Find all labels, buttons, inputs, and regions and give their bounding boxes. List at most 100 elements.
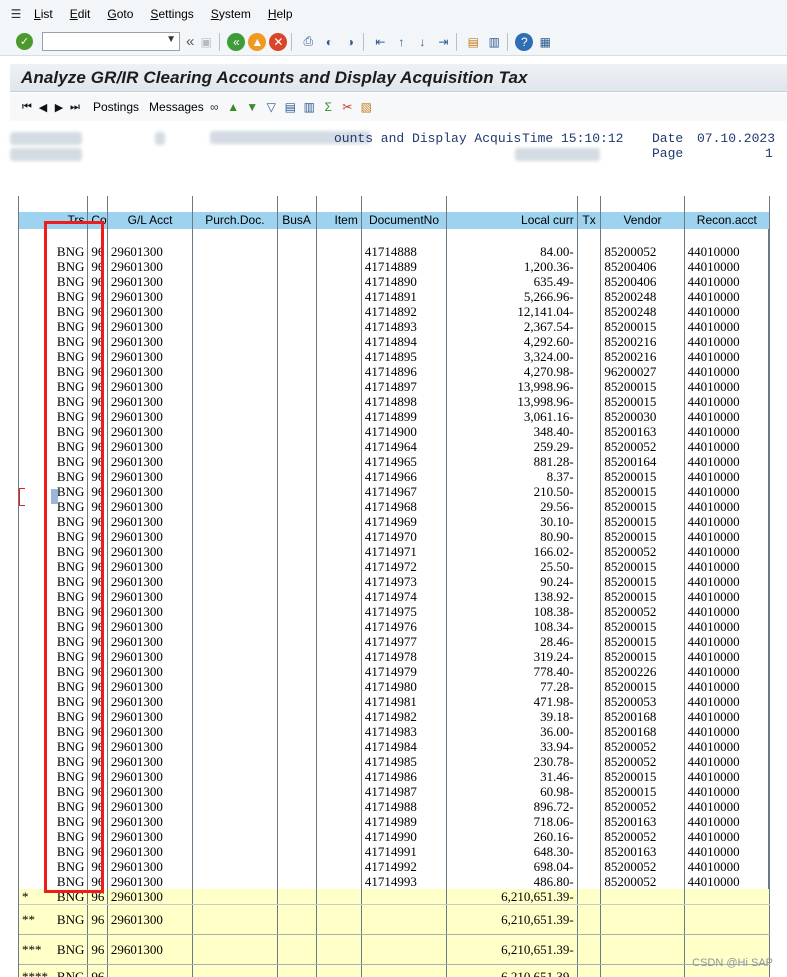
- cell-trs[interactable]: BNG: [19, 694, 89, 709]
- cell-gl-acct[interactable]: 29601300: [107, 304, 194, 319]
- table-row[interactable]: BNG 96 29601300 41714968 29.56- 85200015 44010…: [19, 499, 771, 514]
- table-row[interactable]: BNG 96 29601300 41714974 138.92- 85200015 4401…: [19, 589, 771, 604]
- cell-trs[interactable]: BNG: [19, 589, 89, 604]
- cell-purch-doc[interactable]: [192, 379, 278, 394]
- cell-local-curr[interactable]: 28.46-: [446, 634, 578, 649]
- table-row[interactable]: BNG 96 29601300 41714993 486.80- 85200052 4401…: [19, 874, 771, 889]
- next-item-icon[interactable]: ▶: [51, 101, 67, 114]
- table-row[interactable]: BNG 96 29601300 41714966 8.37- 85200015 440100…: [19, 469, 771, 484]
- print-icon[interactable]: ⎙: [299, 33, 317, 51]
- table-row[interactable]: BNG 96 29601300 41714899 3,061.16- 85200030 44…: [19, 409, 771, 424]
- table-row[interactable]: BNG 96 29601300 41714990 260.16- 85200052 4401…: [19, 829, 771, 844]
- cell-recon-acct[interactable]: 44010000: [684, 379, 771, 394]
- table-row[interactable]: BNG 96 29601300 41714894 4,292.60- 85200216 44…: [19, 334, 771, 349]
- cell-local-curr[interactable]: 1,200.36-: [446, 259, 578, 274]
- cell-cocd[interactable]: 96: [87, 499, 108, 514]
- menu-goto[interactable]: Goto: [107, 7, 133, 21]
- cell-cocd[interactable]: 96: [87, 589, 108, 604]
- cell-cocd[interactable]: 96: [87, 769, 108, 784]
- cell-recon-acct[interactable]: 44010000: [684, 769, 771, 784]
- cell-gl-acct[interactable]: 29601300: [107, 724, 194, 739]
- cell-purch-doc[interactable]: [192, 499, 278, 514]
- col-header-gl-acct[interactable]: G/L Acct: [107, 196, 194, 229]
- cell-busa[interactable]: [277, 829, 317, 844]
- cell-recon-acct[interactable]: 44010000: [684, 709, 771, 724]
- cell-document-no[interactable]: 41714970: [361, 529, 448, 544]
- sort-descending-icon[interactable]: ▼: [244, 99, 261, 116]
- table-row[interactable]: BNG 96 29601300 41714964 259.29- 85200052 4401…: [19, 439, 771, 454]
- cell-recon-acct[interactable]: 44010000: [684, 259, 771, 274]
- cell-gl-acct[interactable]: 29601300: [107, 424, 194, 439]
- table-row[interactable]: BNG 96 29601300 41714980 77.28- 85200015 44010…: [19, 679, 771, 694]
- cell-trs[interactable]: BNG: [19, 739, 89, 754]
- cell-tx[interactable]: [577, 724, 602, 739]
- cell-local-curr[interactable]: 698.04-: [446, 859, 578, 874]
- cell-recon-acct[interactable]: 44010000: [684, 829, 771, 844]
- cell-tx[interactable]: [577, 829, 602, 844]
- cell-tx[interactable]: [577, 754, 602, 769]
- cell-document-no[interactable]: 41714986: [361, 769, 448, 784]
- cell-item[interactable]: [316, 754, 362, 769]
- cell-gl-acct[interactable]: 29601300: [107, 289, 194, 304]
- cell-gl-acct[interactable]: 29601300: [107, 784, 194, 799]
- cell-item[interactable]: [316, 664, 362, 679]
- customize-layout-icon[interactable]: ▦: [536, 33, 554, 51]
- cell-cocd[interactable]: 96: [87, 319, 108, 334]
- cell-recon-acct[interactable]: 44010000: [684, 604, 771, 619]
- col-header-item[interactable]: Item: [316, 196, 362, 229]
- cell-local-curr[interactable]: 3,061.16-: [446, 409, 578, 424]
- table-row[interactable]: BNG 96 29601300 41714895 3,324.00- 85200216 44…: [19, 349, 771, 364]
- cell-local-curr[interactable]: 108.38-: [446, 604, 578, 619]
- cell-item[interactable]: [316, 859, 362, 874]
- cell-document-no[interactable]: 41714969: [361, 514, 448, 529]
- cell-cocd[interactable]: 96: [87, 349, 108, 364]
- cell-recon-acct[interactable]: 44010000: [684, 364, 771, 379]
- cell-item[interactable]: [316, 619, 362, 634]
- cell-trs[interactable]: BNG: [19, 874, 89, 889]
- postings-button[interactable]: Postings: [93, 100, 139, 114]
- cell-purch-doc[interactable]: [192, 694, 278, 709]
- cell-purch-doc[interactable]: [192, 844, 278, 859]
- cell-document-no[interactable]: 41714993: [361, 874, 448, 889]
- cell-item[interactable]: [316, 784, 362, 799]
- cell-tx[interactable]: [577, 619, 602, 634]
- cell-recon-acct[interactable]: 44010000: [684, 499, 771, 514]
- cell-document-no[interactable]: 41714990: [361, 829, 448, 844]
- cell-cocd[interactable]: 96: [87, 514, 108, 529]
- cell-item[interactable]: [316, 529, 362, 544]
- layout-icon[interactable]: ✂: [339, 99, 356, 116]
- cell-gl-acct[interactable]: 29601300: [107, 619, 194, 634]
- cell-gl-acct[interactable]: 29601300: [107, 754, 194, 769]
- cell-purch-doc[interactable]: [192, 559, 278, 574]
- cell-cocd[interactable]: 96: [87, 709, 108, 724]
- cell-local-curr[interactable]: 13,998.96-: [446, 394, 578, 409]
- cell-document-no[interactable]: 41714965: [361, 454, 448, 469]
- cell-cocd[interactable]: 96: [87, 799, 108, 814]
- cell-document-no[interactable]: 41714890: [361, 274, 448, 289]
- table-row[interactable]: BNG 96 29601300 41714896 4,270.98- 96200027 44…: [19, 364, 771, 379]
- cell-item[interactable]: [316, 394, 362, 409]
- cell-local-curr[interactable]: 4,270.98-: [446, 364, 578, 379]
- cell-purch-doc[interactable]: [192, 784, 278, 799]
- col-header-cocd[interactable]: CoCd: [87, 196, 108, 229]
- cell-purch-doc[interactable]: [192, 679, 278, 694]
- cell-document-no[interactable]: 41714892: [361, 304, 448, 319]
- cell-purch-doc[interactable]: [192, 259, 278, 274]
- cell-vendor[interactable]: 85200015: [600, 529, 685, 544]
- cell-purch-doc[interactable]: [192, 484, 278, 499]
- exit-icon[interactable]: ▲: [248, 32, 267, 51]
- cell-document-no[interactable]: 41714971: [361, 544, 448, 559]
- cell-cocd[interactable]: 96: [87, 859, 108, 874]
- cell-vendor[interactable]: 85200053: [600, 694, 685, 709]
- cell-busa[interactable]: [277, 439, 317, 454]
- cell-vendor[interactable]: 85200168: [600, 724, 685, 739]
- cell-purch-doc[interactable]: [192, 394, 278, 409]
- last-item-icon[interactable]: ⏭: [67, 101, 83, 114]
- cell-recon-acct[interactable]: 44010000: [684, 844, 771, 859]
- cell-cocd[interactable]: 96: [87, 784, 108, 799]
- table-row[interactable]: BNG 96 29601300 41714893 2,367.54- 85200015 44…: [19, 319, 771, 334]
- cell-cocd[interactable]: 96: [87, 289, 108, 304]
- cell-gl-acct[interactable]: 29601300: [107, 814, 194, 829]
- cell-recon-acct[interactable]: 44010000: [684, 694, 771, 709]
- cell-document-no[interactable]: 41714893: [361, 319, 448, 334]
